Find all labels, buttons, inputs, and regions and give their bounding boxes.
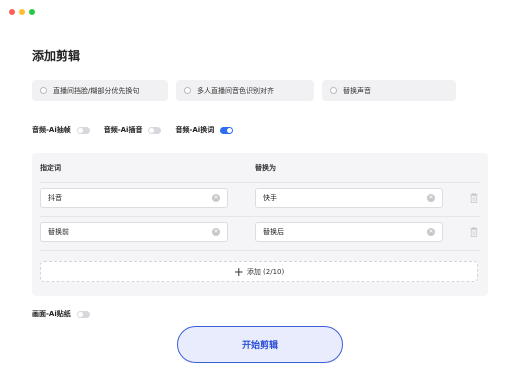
clear-icon[interactable]: ✕ <box>212 228 220 236</box>
input-value: 抖音 <box>48 194 62 202</box>
audio-toggle-row: 音频-Ai抽帧 音频-Ai插音 音频-Ai换词 <box>32 125 247 135</box>
minimize-window-button[interactable] <box>19 9 25 15</box>
option-label: 替换声音 <box>343 86 371 95</box>
toggle-label: 音频-Ai抽帧 <box>32 126 71 134</box>
input-value: 快手 <box>263 194 277 202</box>
option-replace-voice[interactable]: 替换声音 <box>322 80 456 101</box>
replace-word-panel: 指定词 替换为 抖音 ✕ 快手 ✕ 替换前 ✕ 替换后 ✕ + 添加 (2/10… <box>32 153 488 296</box>
zoom-window-button[interactable] <box>29 9 35 15</box>
page-title: 添加剪辑 <box>32 49 81 63</box>
divider <box>40 250 480 251</box>
close-window-button[interactable] <box>9 9 15 15</box>
window-controls <box>9 9 35 15</box>
toggle-label: 音频-Ai插音 <box>103 126 143 134</box>
toggle-video-sticker: 画面-Ai贴纸 <box>32 309 90 319</box>
toggle-audio-insert: 音频-Ai插音 <box>104 125 162 135</box>
radio-circle-icon <box>330 87 337 94</box>
replacement-input[interactable]: 替换后 ✕ <box>255 222 443 242</box>
clear-icon[interactable]: ✕ <box>212 194 220 202</box>
divider <box>40 182 480 183</box>
toggle-switch[interactable] <box>76 310 90 318</box>
keyword-input[interactable]: 替换前 ✕ <box>40 222 228 242</box>
delete-row-icon[interactable] <box>470 227 478 237</box>
toggle-switch[interactable] <box>148 126 162 134</box>
clear-icon[interactable]: ✕ <box>427 194 435 202</box>
toggle-label: 画面-Ai贴纸 <box>32 310 71 318</box>
plus-icon: + <box>233 264 244 279</box>
column-header-replacement: 替换为 <box>255 164 276 172</box>
toggle-audio-frame: 音频-Ai抽帧 <box>32 125 90 135</box>
start-edit-button[interactable]: 开始剪辑 <box>177 326 343 363</box>
option-label: 直播间挡脸/糊部分优先换句 <box>53 86 140 95</box>
option-priority-sentence[interactable]: 直播间挡脸/糊部分优先换句 <box>32 80 168 101</box>
divider <box>40 216 480 217</box>
column-header-keyword: 指定词 <box>40 164 61 172</box>
clear-icon[interactable]: ✕ <box>427 228 435 236</box>
input-value: 替换后 <box>263 228 284 236</box>
keyword-input[interactable]: 抖音 ✕ <box>40 188 228 208</box>
option-row: 直播间挡脸/糊部分优先换句 多人直播间音色识别对齐 替换声音 <box>32 80 456 101</box>
radio-circle-icon <box>40 87 47 94</box>
toggle-label: 音频-Ai换词 <box>175 126 215 134</box>
add-row-label: 添加 (2/10) <box>246 267 285 276</box>
delete-row-icon[interactable] <box>470 193 478 203</box>
input-value: 替换前 <box>48 228 69 236</box>
toggle-audio-replace-word: 音频-Ai换词 <box>175 125 234 135</box>
add-row-button[interactable]: + 添加 (2/10) <box>40 261 478 282</box>
option-voice-align[interactable]: 多人直播间音色识别对齐 <box>176 80 314 101</box>
toggle-switch[interactable] <box>76 126 90 134</box>
toggle-switch[interactable] <box>220 126 234 134</box>
radio-circle-icon <box>184 87 191 94</box>
option-label: 多人直播间音色识别对齐 <box>197 86 274 95</box>
replacement-input[interactable]: 快手 ✕ <box>255 188 443 208</box>
